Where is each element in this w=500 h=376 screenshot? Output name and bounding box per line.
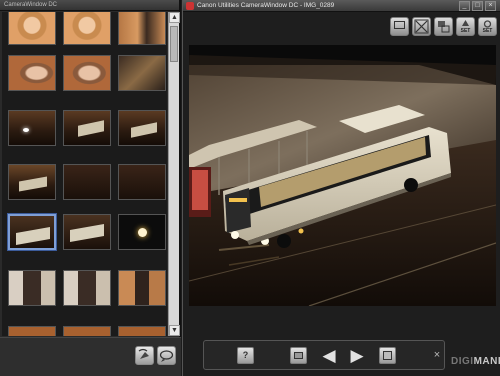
thumbnail-row bbox=[2, 55, 167, 95]
close-icon: × bbox=[433, 349, 441, 361]
import-button[interactable] bbox=[434, 17, 453, 36]
thumbnail[interactable] bbox=[8, 12, 56, 45]
thumbnail[interactable] bbox=[118, 12, 166, 45]
close-viewer-button[interactable]: × bbox=[430, 348, 444, 362]
viewer-title-text: Canon Utilities CameraWindow DC - IMG_02… bbox=[197, 2, 335, 9]
help-button[interactable]: ? bbox=[237, 347, 254, 364]
thumbnail[interactable] bbox=[8, 55, 56, 91]
thumbnail[interactable] bbox=[118, 164, 166, 200]
scroll-up-icon[interactable]: ▲ bbox=[169, 12, 180, 23]
thumbnail-window: CameraWindow DC ▲ ▼ bbox=[0, 0, 181, 376]
watermark-part2: MANIE bbox=[473, 356, 500, 367]
thumbnail-bottom-bar bbox=[0, 337, 181, 376]
print-icon bbox=[383, 351, 392, 360]
minimize-button[interactable]: _ bbox=[459, 1, 470, 11]
thumbnail[interactable] bbox=[118, 214, 166, 250]
set-icon bbox=[483, 20, 492, 28]
previous-icon: ◀ bbox=[322, 346, 336, 365]
thumbnail-row bbox=[2, 213, 167, 254]
print-button[interactable] bbox=[379, 347, 396, 364]
rotate-icon bbox=[138, 348, 149, 359]
set-button-2[interactable]: SET bbox=[478, 17, 497, 36]
share-icon bbox=[159, 350, 174, 362]
thumbnail[interactable] bbox=[118, 270, 166, 306]
layout-button[interactable] bbox=[390, 17, 409, 36]
thumbnail-row bbox=[2, 270, 167, 310]
main-photo bbox=[189, 45, 496, 306]
viewer-toolbar: SET SET bbox=[183, 13, 500, 41]
image-transfer-icon bbox=[294, 352, 303, 359]
previous-image-button[interactable]: ◀ bbox=[320, 347, 338, 365]
viewer-window: Canon Utilities CameraWindow DC - IMG_02… bbox=[182, 0, 500, 376]
scroll-down-icon[interactable]: ▼ bbox=[169, 325, 180, 336]
thumbnail-scrollbar[interactable]: ▲ ▼ bbox=[168, 12, 180, 336]
thumbnail-selected[interactable] bbox=[7, 213, 57, 251]
watermark-logo: DIGIMANIE bbox=[451, 356, 500, 367]
import-icon bbox=[438, 21, 450, 33]
thumbnail[interactable] bbox=[118, 110, 166, 146]
bus-photo-image bbox=[189, 45, 496, 306]
desktop: CameraWindow DC ▲ ▼ Canon Utilities Came… bbox=[0, 0, 500, 376]
thumbnail-row bbox=[2, 110, 167, 150]
thumbnail[interactable] bbox=[63, 164, 111, 200]
thumbnail[interactable] bbox=[63, 12, 111, 45]
scrollbar-thumb[interactable] bbox=[170, 26, 178, 62]
thumbnail[interactable] bbox=[8, 164, 56, 200]
thumbnail[interactable] bbox=[63, 326, 111, 336]
thumbnail[interactable] bbox=[63, 214, 111, 250]
app-icon bbox=[186, 2, 194, 10]
share-button[interactable] bbox=[157, 346, 176, 365]
next-icon: ▶ bbox=[350, 346, 364, 365]
viewer-window-title: Canon Utilities CameraWindow DC - IMG_02… bbox=[183, 0, 500, 12]
fit-screen-icon bbox=[414, 19, 429, 34]
set-icon bbox=[462, 20, 469, 26]
import-to-pc-button[interactable] bbox=[290, 347, 307, 364]
close-window-button[interactable]: × bbox=[485, 1, 496, 11]
thumbnail-row bbox=[2, 326, 167, 336]
thumbnail[interactable] bbox=[63, 110, 111, 146]
thumbnail-grid[interactable] bbox=[2, 12, 167, 336]
watermark-part1: DIGI bbox=[451, 356, 474, 367]
thumbnail[interactable] bbox=[8, 326, 56, 336]
thumbnail-row bbox=[2, 164, 167, 204]
rotate-button[interactable] bbox=[135, 346, 154, 365]
thumbnail[interactable] bbox=[63, 270, 111, 306]
next-image-button[interactable]: ▶ bbox=[348, 347, 366, 365]
thumbnail[interactable] bbox=[63, 55, 111, 91]
fit-screen-button[interactable] bbox=[412, 17, 431, 36]
thumbnail[interactable] bbox=[118, 55, 166, 91]
navigation-bar: ? ◀ ▶ bbox=[203, 340, 445, 370]
layout-icon bbox=[394, 21, 405, 29]
thumbnail[interactable] bbox=[8, 110, 56, 146]
thumbnail[interactable] bbox=[8, 270, 56, 306]
thumbnail-row bbox=[2, 12, 167, 49]
set-button-1[interactable]: SET bbox=[456, 17, 475, 36]
maximize-button[interactable]: □ bbox=[472, 1, 483, 11]
thumbnail[interactable] bbox=[118, 326, 166, 336]
thumbnail-window-title: CameraWindow DC bbox=[0, 0, 179, 11]
